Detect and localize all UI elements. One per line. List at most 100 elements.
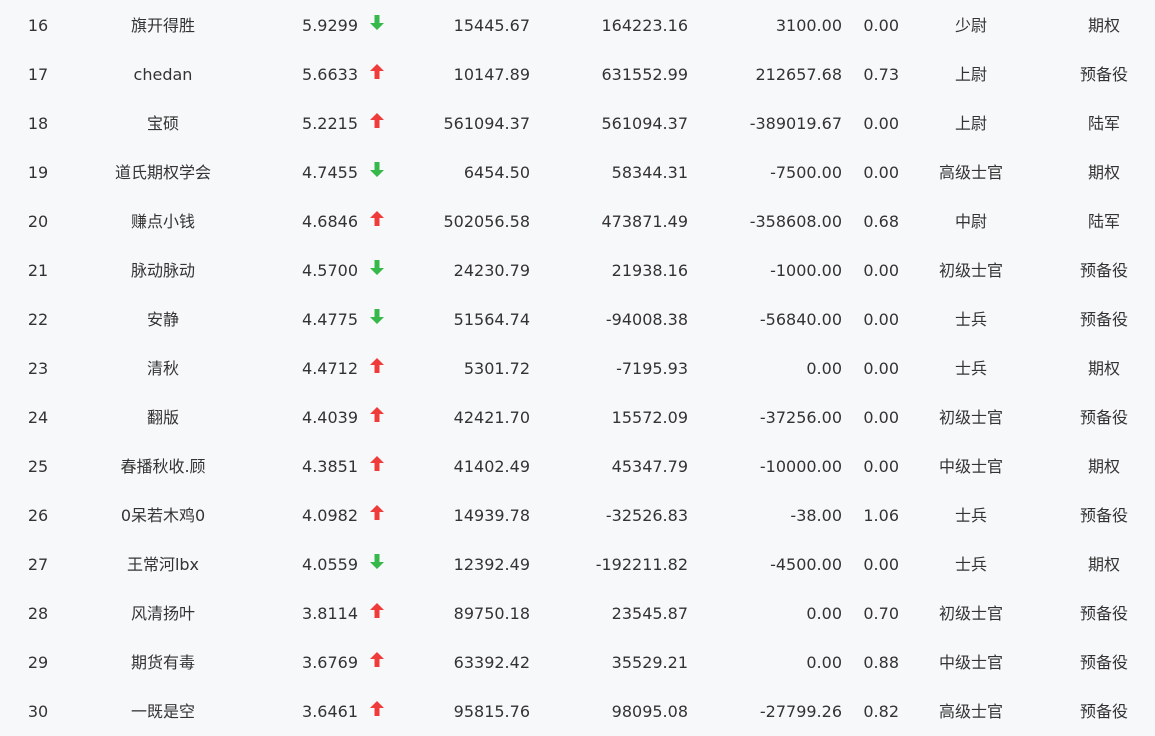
value-4: 0.73 [863, 65, 899, 84]
value-4: 0.00 [863, 408, 899, 427]
value-1: 41402.49 [453, 457, 530, 476]
value-2: -94008.38 [605, 310, 688, 329]
value-1: 502056.58 [443, 212, 530, 231]
value-1: 24230.79 [453, 261, 530, 280]
rank-level: 上尉 [954, 114, 987, 133]
arrow-down-icon [366, 148, 388, 197]
table-row: 24 翻版 4.4039 42421.70 15572.09 -37256.00 0.00 初… [0, 393, 1155, 442]
ratio-value: 5.6633 [302, 65, 358, 84]
ratio-value: 3.8114 [302, 604, 358, 623]
rank-level: 中级士官 [938, 653, 1003, 672]
table-row: 20 赚点小钱 4.6846 502056.58 473871.49 -358608.00… [0, 197, 1155, 246]
trader-name: 一既是空 [130, 702, 195, 721]
value-1: 14939.78 [453, 506, 530, 525]
rank-level: 士兵 [954, 555, 987, 574]
trader-name: 春播秋收.顾 [120, 457, 206, 476]
arrow-up-icon [366, 50, 388, 99]
rank-level: 初级士官 [938, 604, 1003, 623]
value-2: -32526.83 [605, 506, 688, 525]
rank-level: 中级士官 [938, 457, 1003, 476]
value-2: 473871.49 [601, 212, 688, 231]
value-4: 0.00 [863, 457, 899, 476]
value-3: -27799.26 [759, 702, 842, 721]
rank-cell: 20 [27, 212, 49, 231]
rank-cell: 18 [27, 114, 49, 133]
value-3: -389019.67 [749, 114, 842, 133]
arrow-down-icon [366, 246, 388, 295]
value-3: -7500.00 [770, 163, 842, 182]
value-2: -7195.93 [616, 359, 688, 378]
account-type: 预备役 [1079, 65, 1128, 84]
table-row: 23 清秋 4.4712 5301.72 -7195.93 0.00 0.00 士兵 期权 [0, 344, 1155, 393]
ratio-value: 4.4039 [302, 408, 358, 427]
arrow-down-icon [366, 295, 388, 344]
table-row: 18 宝硕 5.2215 561094.37 561094.37 -389019.67 0.… [0, 99, 1155, 148]
rank-level: 高级士官 [938, 163, 1003, 182]
ratio-value: 4.4775 [302, 310, 358, 329]
rank-level: 高级士官 [938, 702, 1003, 721]
account-type: 预备役 [1079, 653, 1128, 672]
value-2: 164223.16 [601, 16, 688, 35]
trader-name: 0呆若木鸡0 [120, 506, 206, 525]
arrow-down-icon [366, 1, 388, 50]
account-type: 期权 [1087, 16, 1120, 35]
ratio-value: 4.5700 [302, 261, 358, 280]
trader-name: 王常河lbx [126, 555, 200, 574]
trader-name: 清秋 [146, 359, 179, 378]
rank-cell: 17 [27, 65, 49, 84]
value-2: 561094.37 [601, 114, 688, 133]
trader-name: 宝硕 [146, 114, 179, 133]
value-4: 0.82 [863, 702, 899, 721]
table-row: 27 王常河lbx 4.0559 12392.49 -192211.82 -4500.00… [0, 540, 1155, 589]
value-2: -192211.82 [595, 555, 688, 574]
rank-cell: 16 [27, 16, 49, 35]
value-3: 0.00 [806, 359, 842, 378]
value-4: 0.00 [863, 261, 899, 280]
account-type: 期权 [1087, 555, 1120, 574]
value-1: 95815.76 [453, 702, 530, 721]
value-3: -37256.00 [759, 408, 842, 427]
ratio-value: 4.0559 [302, 555, 358, 574]
rank-level: 初级士官 [938, 408, 1003, 427]
table-row: 28 风清扬叶 3.8114 89750.18 23545.87 0.00 0.70 初级士官… [0, 589, 1155, 638]
value-3: -10000.00 [759, 457, 842, 476]
table-row: 16 旗开得胜 5.9299 15445.67 164223.16 3100.00 0.00… [0, 1, 1155, 50]
ratio-value: 4.6846 [302, 212, 358, 231]
account-type: 陆军 [1087, 212, 1120, 231]
arrow-up-icon [366, 589, 388, 638]
value-2: 631552.99 [601, 65, 688, 84]
trader-name: 风清扬叶 [130, 604, 195, 623]
value-1: 10147.89 [453, 65, 530, 84]
value-1: 561094.37 [443, 114, 530, 133]
ratio-value: 5.9299 [302, 16, 358, 35]
arrow-down-icon [366, 540, 388, 589]
value-2: 21938.16 [611, 261, 688, 280]
rank-level: 上尉 [954, 65, 987, 84]
ratio-value: 4.0982 [302, 506, 358, 525]
trader-name: chedan [133, 65, 193, 84]
value-1: 63392.42 [453, 653, 530, 672]
value-4: 1.06 [863, 506, 899, 525]
rank-cell: 23 [27, 359, 49, 378]
value-1: 12392.49 [453, 555, 530, 574]
rank-cell: 29 [27, 653, 49, 672]
account-type: 预备役 [1079, 702, 1128, 721]
value-3: -1000.00 [770, 261, 842, 280]
account-type: 预备役 [1079, 604, 1128, 623]
value-3: 212657.68 [755, 65, 842, 84]
ratio-value: 3.6461 [302, 702, 358, 721]
trader-name: 安静 [146, 310, 179, 329]
value-3: -358608.00 [749, 212, 842, 231]
value-1: 51564.74 [453, 310, 530, 329]
arrow-up-icon [366, 491, 388, 540]
account-type: 预备役 [1079, 506, 1128, 525]
arrow-up-icon [366, 344, 388, 393]
trader-name: 旗开得胜 [130, 16, 195, 35]
value-3: -56840.00 [759, 310, 842, 329]
rank-cell: 25 [27, 457, 49, 476]
value-3: 0.00 [806, 653, 842, 672]
account-type: 期权 [1087, 163, 1120, 182]
ratio-value: 5.2215 [302, 114, 358, 133]
table-row: 21 脉动脉动 4.5700 24230.79 21938.16 -1000.00 0.00… [0, 246, 1155, 295]
rank-cell: 24 [27, 408, 49, 427]
